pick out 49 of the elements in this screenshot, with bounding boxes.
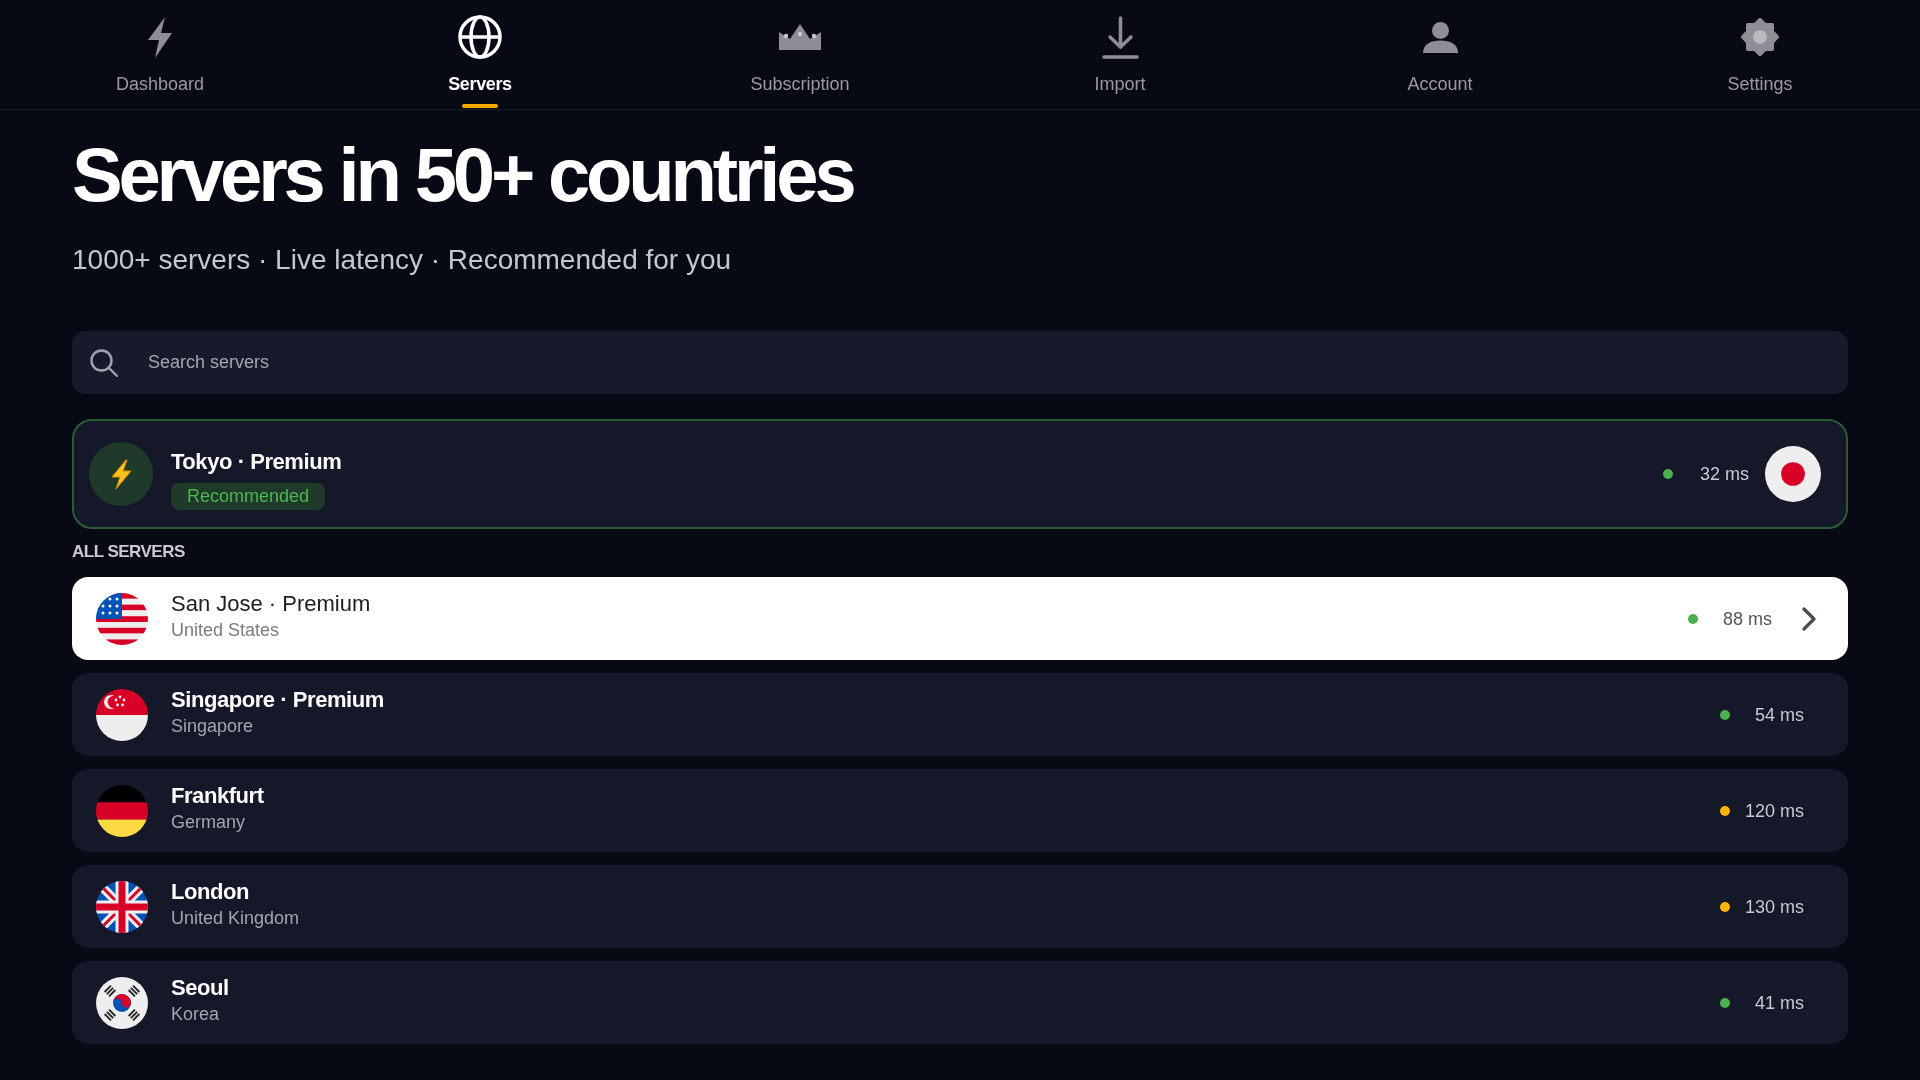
recommended-badge: Recommended <box>171 482 326 510</box>
us-flag-icon <box>96 592 148 645</box>
singapore-flag-icon <box>96 688 148 741</box>
server-name: Singapore · Premium <box>171 689 384 711</box>
uk-flag-icon <box>96 880 148 933</box>
server-country: United Kingdom <box>171 909 300 927</box>
latency-text: 54 ms <box>1753 705 1804 724</box>
korea-flag-icon <box>96 976 148 1029</box>
nav-tab[interactable]: Import <box>1055 0 1185 110</box>
server-country: Germany <box>171 813 246 831</box>
latency-text: 41 ms <box>1753 993 1804 1012</box>
active-tab-indicator <box>462 104 498 108</box>
nav-tab[interactable]: Dashboard <box>95 0 225 110</box>
server-name: London <box>171 881 249 903</box>
latency-text: 120 ms <box>1743 801 1804 820</box>
person-icon <box>1422 21 1458 53</box>
nav-tab[interactable]: Account <box>1375 0 1505 110</box>
server-name: Frankfurt <box>171 785 264 807</box>
section-label: ALL SERVERS <box>72 543 185 560</box>
japan-flag-icon <box>1765 446 1821 502</box>
server-row[interactable]: London United Kingdom 130 ms <box>72 865 1848 948</box>
server-row[interactable]: Frankfurt Germany 120 ms <box>72 769 1848 852</box>
server-name: San Jose · Premium <box>171 593 371 615</box>
search-icon <box>90 349 118 377</box>
server-name: Seoul <box>171 977 229 999</box>
server-country: United States <box>171 621 280 639</box>
crown-icon <box>779 24 821 50</box>
download-icon <box>1101 15 1139 59</box>
page-title: Servers in 50+ countries <box>72 137 853 213</box>
germany-flag-icon <box>96 784 148 837</box>
server-row[interactable]: Singapore · Premium Singapore 54 ms <box>72 673 1848 756</box>
nav-tab[interactable]: Settings <box>1695 0 1825 110</box>
latency-text: 32 ms <box>1698 465 1749 483</box>
server-country: Singapore <box>171 717 254 735</box>
latency-text: 88 ms <box>1721 609 1772 628</box>
recommended-server-card[interactable]: Tokyo · Premium Recommended 32 ms <box>72 419 1848 529</box>
latency-text: 130 ms <box>1743 897 1804 916</box>
server-country: Korea <box>171 1005 220 1023</box>
globe-icon <box>458 15 502 59</box>
server-row[interactable]: Seoul Korea 41 ms <box>72 961 1848 1044</box>
nav-tab[interactable]: Servers <box>415 0 545 110</box>
search-field[interactable]: Search servers <box>72 331 1848 394</box>
server-name: Tokyo · Premium <box>171 450 342 473</box>
lightning-icon <box>147 16 173 58</box>
lightning-icon <box>89 442 153 506</box>
nav-tab[interactable]: Subscription <box>735 0 865 110</box>
page-subtitle: 1000+ servers · Live latency · Recommended for you <box>72 246 732 274</box>
server-row[interactable]: San Jose · Premium United States 88 ms <box>72 577 1848 660</box>
chevron-right-icon <box>1802 606 1816 631</box>
